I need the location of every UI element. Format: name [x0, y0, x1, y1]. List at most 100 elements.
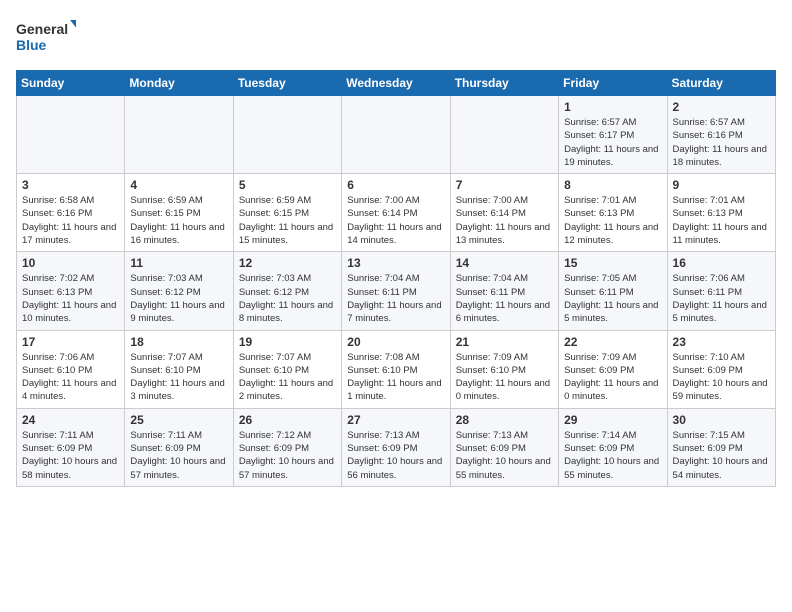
calendar-day-cell: 22 Sunrise: 7:09 AM Sunset: 6:09 PM Dayli… [559, 330, 667, 408]
calendar-day-cell: 24 Sunrise: 7:11 AM Sunset: 6:09 PM Dayli… [17, 408, 125, 486]
day-info: Sunrise: 7:13 AM Sunset: 6:09 PM Dayligh… [456, 429, 553, 482]
day-info: Sunrise: 7:12 AM Sunset: 6:09 PM Dayligh… [239, 429, 336, 482]
logo-svg: General Blue [16, 16, 76, 58]
calendar-day-cell: 8Sunrise: 7:01 AM Sunset: 6:13 PM Daylig… [559, 174, 667, 252]
day-info: Sunrise: 7:10 AM Sunset: 6:09 PM Dayligh… [673, 351, 770, 404]
day-info: Sunrise: 7:03 AM Sunset: 6:12 PM Dayligh… [130, 272, 227, 325]
calendar-week-row: 3 Sunrise: 6:58 AM Sunset: 6:16 PM Daylig… [17, 174, 776, 252]
day-info: Sunrise: 7:02 AM Sunset: 6:13 PM Dayligh… [22, 272, 119, 325]
day-number: 3 [22, 178, 119, 192]
day-info: Sunrise: 7:11 AM Sunset: 6:09 PM Dayligh… [130, 429, 227, 482]
calendar-week-row: 24 Sunrise: 7:11 AM Sunset: 6:09 PM Dayli… [17, 408, 776, 486]
calendar-table: SundayMondayTuesdayWednesdayThursdayFrid… [16, 70, 776, 487]
day-info: Sunrise: 7:07 AM Sunset: 6:10 PM Dayligh… [130, 351, 227, 404]
day-info: Sunrise: 7:08 AM Sunset: 6:10 PM Dayligh… [347, 351, 444, 404]
calendar-day-cell: 21 Sunrise: 7:09 AM Sunset: 6:10 PM Dayli… [450, 330, 558, 408]
calendar-week-row: 10 Sunrise: 7:02 AM Sunset: 6:13 PM Dayli… [17, 252, 776, 330]
day-number: 11 [130, 256, 227, 270]
day-number: 14 [456, 256, 553, 270]
calendar-day-cell [17, 96, 125, 174]
day-number: 25 [130, 413, 227, 427]
day-number: 29 [564, 413, 661, 427]
calendar-header-row: SundayMondayTuesdayWednesdayThursdayFrid… [17, 71, 776, 96]
day-info: Sunrise: 7:07 AM Sunset: 6:10 PM Dayligh… [239, 351, 336, 404]
calendar-week-row: 17 Sunrise: 7:06 AM Sunset: 6:10 PM Dayli… [17, 330, 776, 408]
calendar-day-cell: 9 Sunrise: 7:01 AM Sunset: 6:13 PM Daylig… [667, 174, 775, 252]
day-of-week-header: Tuesday [233, 71, 341, 96]
day-number: 30 [673, 413, 770, 427]
day-info: Sunrise: 6:57 AM Sunset: 6:17 PM Dayligh… [564, 116, 661, 169]
calendar-day-cell [342, 96, 450, 174]
calendar-day-cell: 11 Sunrise: 7:03 AM Sunset: 6:12 PM Dayli… [125, 252, 233, 330]
day-number: 24 [22, 413, 119, 427]
day-number: 19 [239, 335, 336, 349]
day-number: 12 [239, 256, 336, 270]
day-number: 2 [673, 100, 770, 114]
day-info: Sunrise: 7:01 AM Sunset: 6:13 PM Dayligh… [673, 194, 770, 247]
calendar-day-cell: 29 Sunrise: 7:14 AM Sunset: 6:09 PM Dayli… [559, 408, 667, 486]
day-info: Sunrise: 7:13 AM Sunset: 6:09 PM Dayligh… [347, 429, 444, 482]
calendar-day-cell: 16 Sunrise: 7:06 AM Sunset: 6:11 PM Dayli… [667, 252, 775, 330]
day-number: 9 [673, 178, 770, 192]
calendar-day-cell: 26Sunrise: 7:12 AM Sunset: 6:09 PM Dayli… [233, 408, 341, 486]
day-info: Sunrise: 7:04 AM Sunset: 6:11 PM Dayligh… [456, 272, 553, 325]
day-number: 22 [564, 335, 661, 349]
calendar-day-cell: 25 Sunrise: 7:11 AM Sunset: 6:09 PM Dayli… [125, 408, 233, 486]
calendar-day-cell: 14 Sunrise: 7:04 AM Sunset: 6:11 PM Dayli… [450, 252, 558, 330]
day-number: 6 [347, 178, 444, 192]
day-info: Sunrise: 6:59 AM Sunset: 6:15 PM Dayligh… [130, 194, 227, 247]
day-number: 10 [22, 256, 119, 270]
day-number: 17 [22, 335, 119, 349]
day-number: 8 [564, 178, 661, 192]
calendar-week-row: 1 Sunrise: 6:57 AM Sunset: 6:17 PM Daylig… [17, 96, 776, 174]
day-number: 27 [347, 413, 444, 427]
day-info: Sunrise: 7:09 AM Sunset: 6:09 PM Dayligh… [564, 351, 661, 404]
calendar-day-cell: 5Sunrise: 6:59 AM Sunset: 6:15 PM Daylig… [233, 174, 341, 252]
day-number: 20 [347, 335, 444, 349]
day-number: 5 [239, 178, 336, 192]
day-number: 21 [456, 335, 553, 349]
page-header: General Blue [16, 16, 776, 58]
calendar-day-cell [233, 96, 341, 174]
calendar-day-cell: 13 Sunrise: 7:04 AM Sunset: 6:11 PM Dayli… [342, 252, 450, 330]
day-info: Sunrise: 7:06 AM Sunset: 6:11 PM Dayligh… [673, 272, 770, 325]
day-number: 13 [347, 256, 444, 270]
day-info: Sunrise: 7:04 AM Sunset: 6:11 PM Dayligh… [347, 272, 444, 325]
svg-text:General: General [16, 21, 68, 37]
calendar-day-cell [125, 96, 233, 174]
day-number: 4 [130, 178, 227, 192]
day-of-week-header: Sunday [17, 71, 125, 96]
day-info: Sunrise: 7:15 AM Sunset: 6:09 PM Dayligh… [673, 429, 770, 482]
day-number: 15 [564, 256, 661, 270]
calendar-day-cell: 30 Sunrise: 7:15 AM Sunset: 6:09 PM Dayli… [667, 408, 775, 486]
svg-text:Blue: Blue [16, 37, 47, 53]
day-info: Sunrise: 7:00 AM Sunset: 6:14 PM Dayligh… [347, 194, 444, 247]
day-info: Sunrise: 7:14 AM Sunset: 6:09 PM Dayligh… [564, 429, 661, 482]
day-of-week-header: Friday [559, 71, 667, 96]
calendar-day-cell: 6 Sunrise: 7:00 AM Sunset: 6:14 PM Daylig… [342, 174, 450, 252]
calendar-day-cell: 3 Sunrise: 6:58 AM Sunset: 6:16 PM Daylig… [17, 174, 125, 252]
calendar-day-cell: 12Sunrise: 7:03 AM Sunset: 6:12 PM Dayli… [233, 252, 341, 330]
day-info: Sunrise: 6:58 AM Sunset: 6:16 PM Dayligh… [22, 194, 119, 247]
day-info: Sunrise: 7:06 AM Sunset: 6:10 PM Dayligh… [22, 351, 119, 404]
day-number: 16 [673, 256, 770, 270]
day-number: 1 [564, 100, 661, 114]
calendar-day-cell: 7Sunrise: 7:00 AM Sunset: 6:14 PM Daylig… [450, 174, 558, 252]
calendar-day-cell: 19 Sunrise: 7:07 AM Sunset: 6:10 PM Dayli… [233, 330, 341, 408]
day-info: Sunrise: 6:57 AM Sunset: 6:16 PM Dayligh… [673, 116, 770, 169]
calendar-day-cell: 18 Sunrise: 7:07 AM Sunset: 6:10 PM Dayli… [125, 330, 233, 408]
day-info: Sunrise: 7:09 AM Sunset: 6:10 PM Dayligh… [456, 351, 553, 404]
day-of-week-header: Thursday [450, 71, 558, 96]
calendar-day-cell: 1 Sunrise: 6:57 AM Sunset: 6:17 PM Daylig… [559, 96, 667, 174]
day-number: 18 [130, 335, 227, 349]
day-number: 23 [673, 335, 770, 349]
calendar-day-cell: 2 Sunrise: 6:57 AM Sunset: 6:16 PM Daylig… [667, 96, 775, 174]
day-of-week-header: Monday [125, 71, 233, 96]
calendar-day-cell: 17 Sunrise: 7:06 AM Sunset: 6:10 PM Dayli… [17, 330, 125, 408]
day-info: Sunrise: 7:05 AM Sunset: 6:11 PM Dayligh… [564, 272, 661, 325]
calendar-day-cell: 10 Sunrise: 7:02 AM Sunset: 6:13 PM Dayli… [17, 252, 125, 330]
day-info: Sunrise: 7:11 AM Sunset: 6:09 PM Dayligh… [22, 429, 119, 482]
day-number: 28 [456, 413, 553, 427]
calendar-day-cell [450, 96, 558, 174]
day-info: Sunrise: 7:00 AM Sunset: 6:14 PM Dayligh… [456, 194, 553, 247]
